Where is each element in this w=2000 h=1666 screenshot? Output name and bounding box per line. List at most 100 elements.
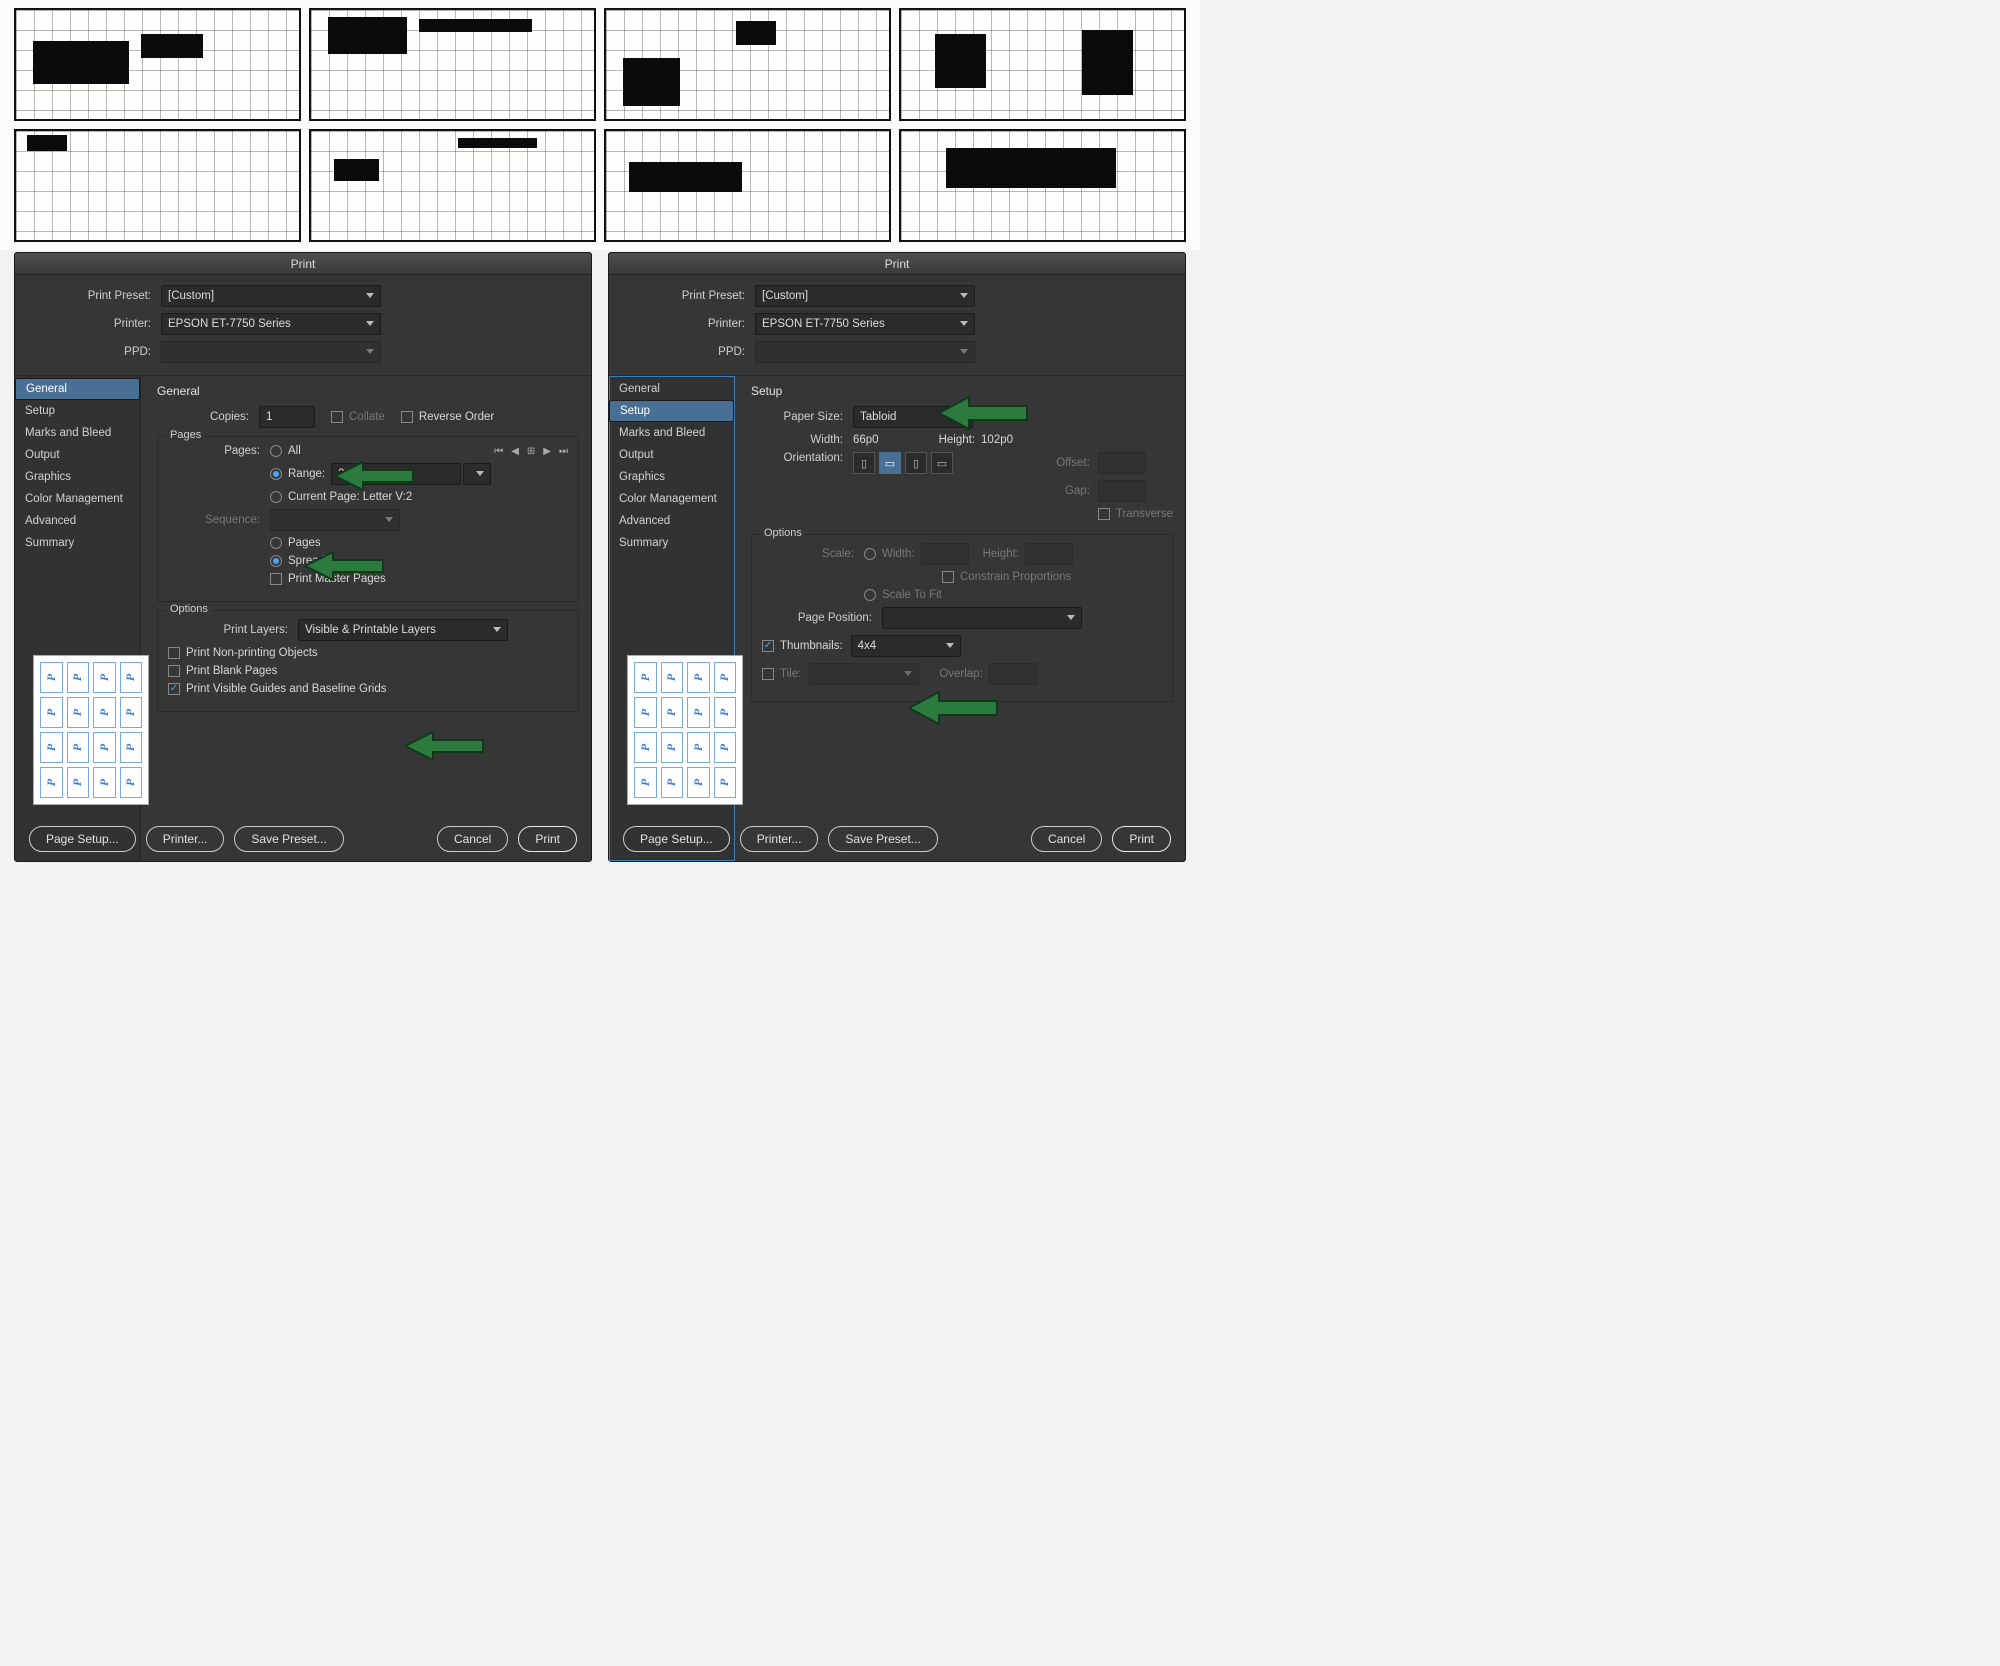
sidebar-item-setup[interactable]: Setup (15, 400, 140, 422)
paper-size-select[interactable]: Tabloid (853, 406, 973, 428)
printer-select[interactable]: EPSON ET-7750 Series (161, 313, 381, 335)
reverse-order-checkbox[interactable]: Reverse Order (401, 411, 494, 423)
page-setup-button[interactable]: Page Setup... (29, 826, 136, 852)
nonprinting-checkbox[interactable]: Print Non-printing Objects (168, 647, 318, 659)
visible-guides-checkbox[interactable]: Print Visible Guides and Baseline Grids (168, 683, 387, 695)
height-value: 102p0 (981, 434, 1013, 446)
chevron-down-icon (366, 293, 374, 298)
sidebar-item-colormgmt[interactable]: Color Management (15, 488, 140, 510)
pages-current-radio[interactable]: Current Page: Letter V:2 (270, 491, 412, 503)
print-button[interactable]: Print (518, 826, 577, 852)
print-layers-label: Print Layers: (168, 624, 298, 636)
copies-input[interactable]: 1 (259, 406, 315, 428)
sidebar-item-output[interactable]: Output (15, 444, 140, 466)
sketch-thumb (604, 129, 891, 242)
gap-input (1098, 480, 1146, 502)
pages-all-radio[interactable]: All (270, 445, 301, 457)
sequence-select (270, 509, 400, 531)
sidebar-item-setup[interactable]: Setup (609, 400, 734, 422)
sidebar-item-general[interactable]: General (609, 378, 734, 400)
sidebar-item-advanced[interactable]: Advanced (15, 510, 140, 532)
width-value: 66p0 (853, 434, 879, 446)
sidebar-item-marks[interactable]: Marks and Bleed (609, 422, 734, 444)
orientation-rev-portrait-icon[interactable]: ▯ (905, 452, 927, 474)
tile-select (809, 663, 919, 685)
printer-button[interactable]: Printer... (146, 826, 225, 852)
overlap-input (989, 663, 1037, 685)
sidebar-item-summary[interactable]: Summary (609, 532, 734, 554)
pages-range-radio[interactable]: Range: (270, 468, 325, 480)
tile-checkbox[interactable]: Tile: (762, 668, 801, 680)
scale-height-label: Height: (983, 548, 1019, 560)
overlap-label: Overlap: (939, 668, 982, 680)
print-layers-select[interactable]: Visible & Printable Layers (298, 619, 508, 641)
page-preview (33, 655, 149, 805)
ppd-select (755, 341, 975, 363)
print-master-checkbox[interactable]: Print Master Pages (270, 573, 386, 585)
pane-heading: General (157, 384, 579, 398)
chevron-down-icon (493, 627, 501, 632)
print-button[interactable]: Print (1112, 826, 1171, 852)
page-setup-button[interactable]: Page Setup... (623, 826, 730, 852)
blank-pages-checkbox[interactable]: Print Blank Pages (168, 665, 277, 677)
sidebar-item-marks[interactable]: Marks and Bleed (15, 422, 140, 444)
thumbnails-select[interactable]: 4x4 (851, 635, 961, 657)
sidebar-item-graphics[interactable]: Graphics (15, 466, 140, 488)
range-dropdown[interactable] (463, 463, 491, 485)
gap-label: Gap: (1016, 485, 1098, 497)
range-input[interactable]: 2-35 (331, 463, 461, 485)
sidebar-item-advanced[interactable]: Advanced (609, 510, 734, 532)
save-preset-button[interactable]: Save Preset... (234, 826, 343, 852)
scale-label: Scale: (762, 548, 864, 560)
printer-select[interactable]: EPSON ET-7750 Series (755, 313, 975, 335)
ppd-select (161, 341, 381, 363)
dialog-title: Print (609, 253, 1185, 275)
sketch-thumbnails-strip (0, 0, 1200, 250)
sketch-thumb (604, 8, 891, 121)
pages-mode-radio[interactable]: Pages (270, 537, 321, 549)
page-position-select[interactable] (882, 607, 1082, 629)
sidebar-item-output[interactable]: Output (609, 444, 734, 466)
page-indicator-icon: ⊞ (527, 446, 535, 457)
sidebar-item-colormgmt[interactable]: Color Management (609, 488, 734, 510)
chevron-down-icon (1067, 615, 1075, 620)
chevron-down-icon (385, 517, 393, 522)
save-preset-button[interactable]: Save Preset... (828, 826, 937, 852)
page-nav-icons[interactable]: ⏮◀⊞▶⏭ (494, 446, 568, 457)
pane-heading: Setup (751, 384, 1173, 398)
preset-select[interactable]: [Custom] (755, 285, 975, 307)
pages-group-title: Pages (166, 429, 205, 441)
sidebar-item-graphics[interactable]: Graphics (609, 466, 734, 488)
chevron-down-icon (960, 321, 968, 326)
preset-select[interactable]: [Custom] (161, 285, 381, 307)
sketch-thumb (899, 129, 1186, 242)
sketch-thumb (309, 8, 596, 121)
sketch-thumb (899, 8, 1186, 121)
options-group-title: Options (166, 603, 212, 615)
orientation-landscape-icon[interactable]: ▭ (879, 452, 901, 474)
sequence-label: Sequence: (168, 514, 270, 526)
orientation-rev-landscape-icon[interactable]: ▭ (931, 452, 953, 474)
ppd-label: PPD: (629, 346, 755, 358)
last-page-icon: ⏭ (559, 446, 568, 457)
cancel-button[interactable]: Cancel (1031, 826, 1102, 852)
scale-to-fit-radio: Scale To Fit (864, 589, 942, 601)
sketch-thumb (309, 129, 596, 242)
pages-label: Pages: (168, 445, 270, 457)
next-page-icon: ▶ (543, 446, 551, 457)
cancel-button[interactable]: Cancel (437, 826, 508, 852)
scale-height-input (1025, 543, 1073, 565)
offset-input (1098, 452, 1146, 474)
chevron-down-icon (476, 471, 484, 476)
height-label: Height: (939, 434, 975, 446)
thumbnails-checkbox[interactable]: Thumbnails: (762, 640, 843, 652)
printer-button[interactable]: Printer... (740, 826, 819, 852)
sidebar-item-summary[interactable]: Summary (15, 532, 140, 554)
print-dialog-general: Print Print Preset: [Custom] Printer: EP… (14, 252, 592, 862)
printer-label: Printer: (629, 318, 755, 330)
orientation-portrait-icon[interactable]: ▯ (853, 452, 875, 474)
copies-label: Copies: (157, 411, 259, 423)
spreads-mode-radio[interactable]: Spreads (270, 555, 331, 567)
paper-size-label: Paper Size: (751, 411, 853, 423)
sidebar-item-general[interactable]: General (15, 378, 140, 400)
